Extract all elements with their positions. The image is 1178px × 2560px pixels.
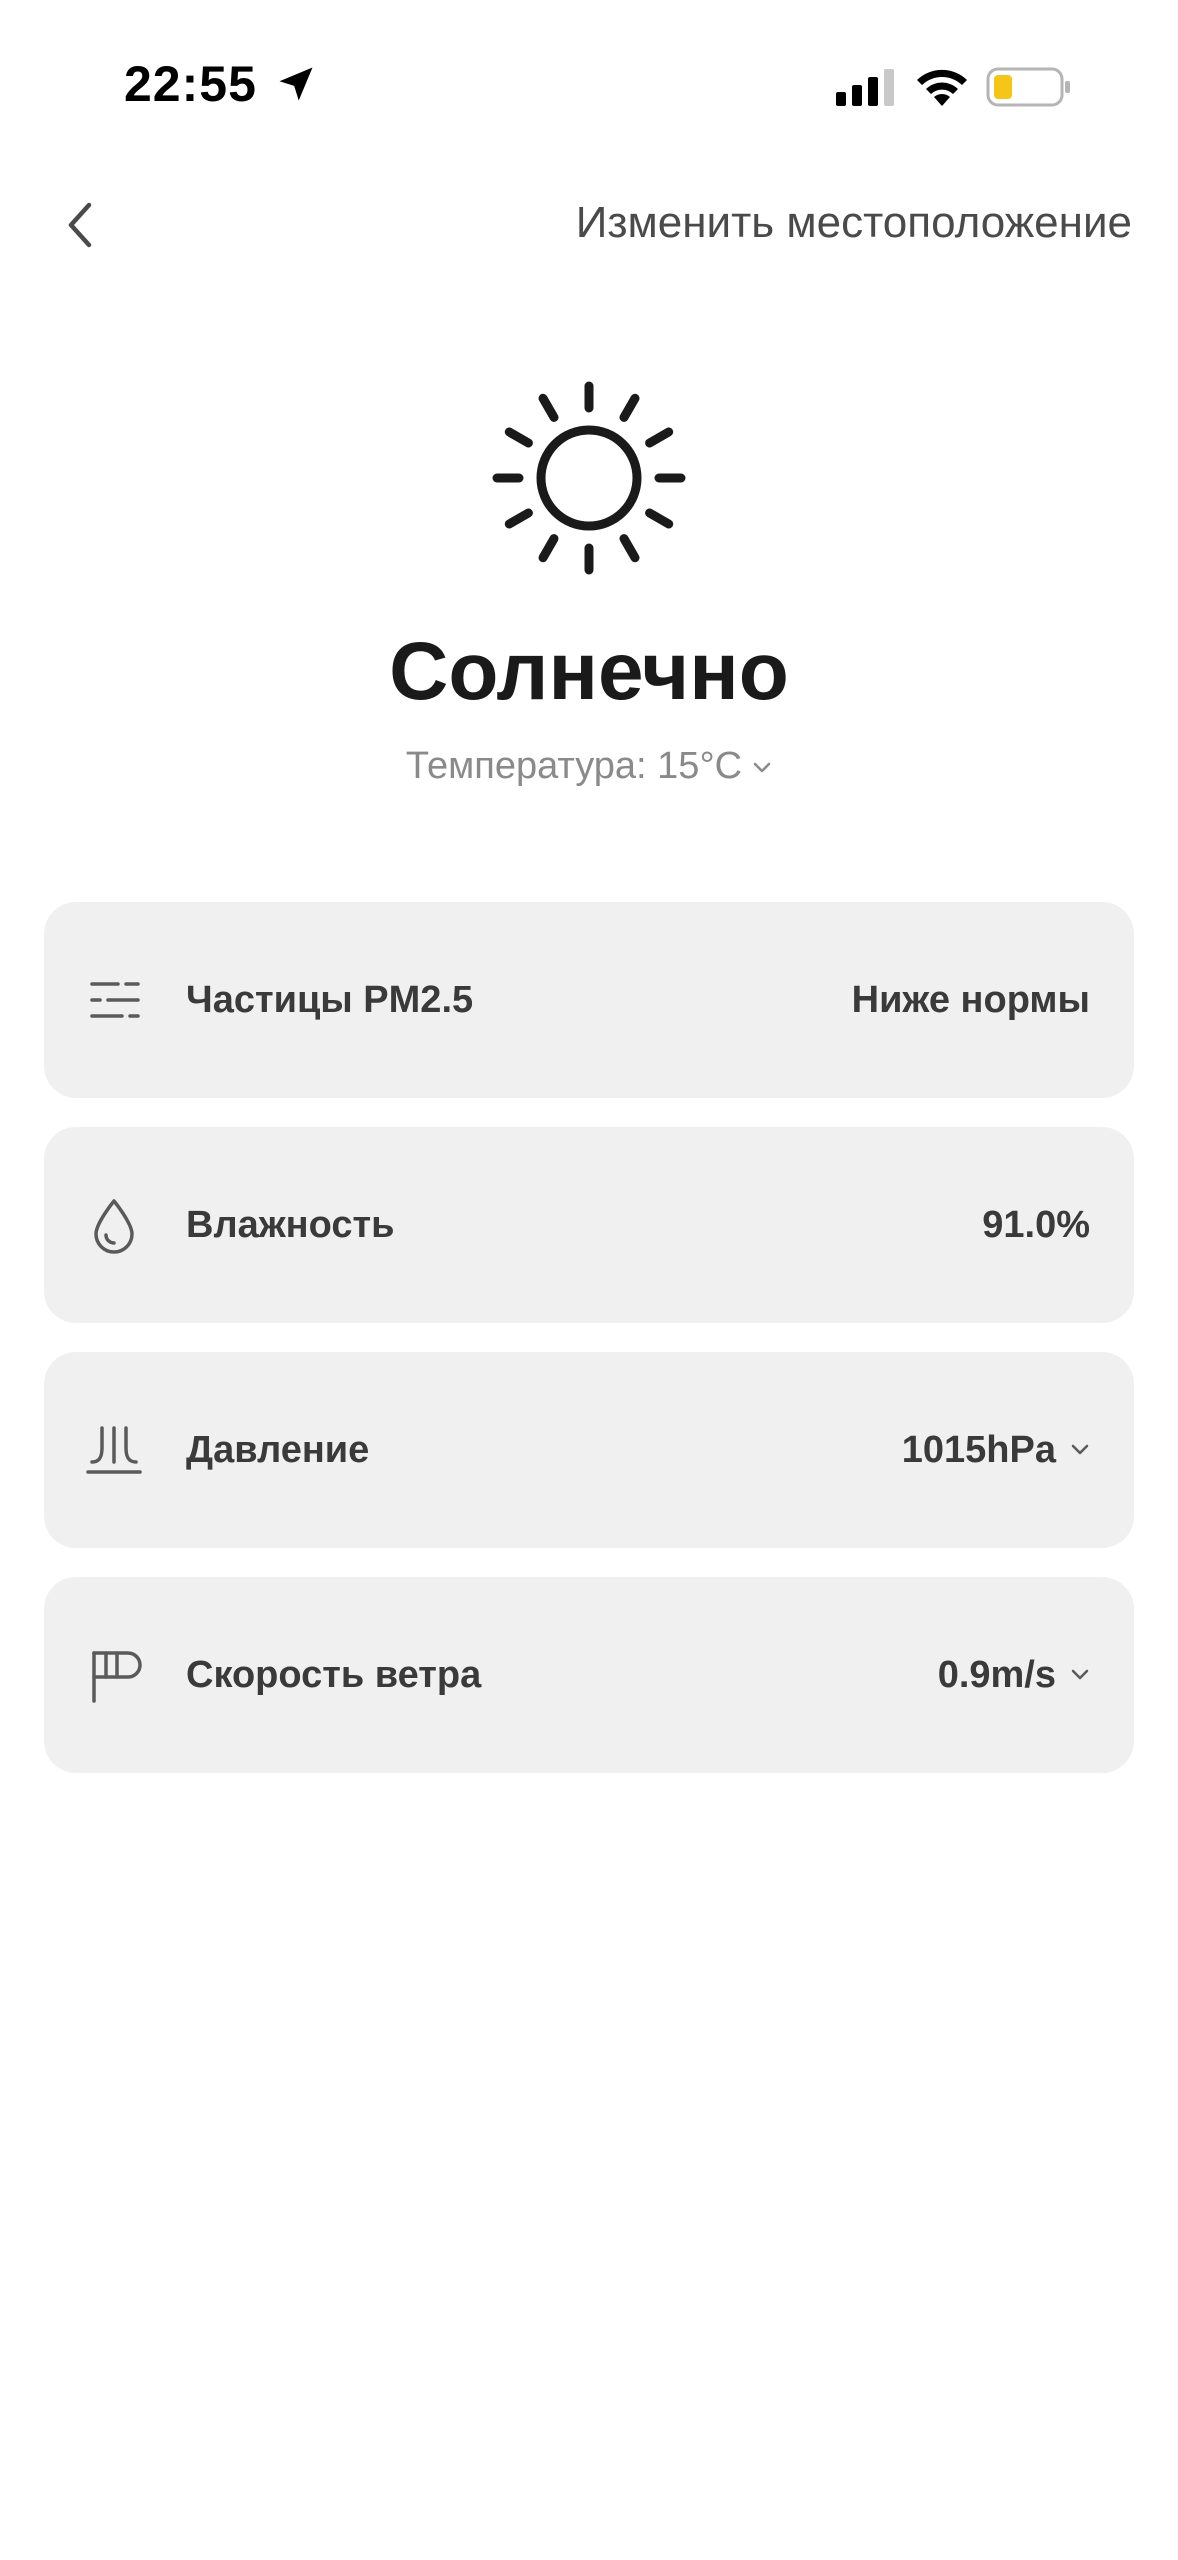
weather-details-screen: 22:55 Изменить местоположение Солнечно Т… (0, 0, 1178, 2560)
pressure-icon (86, 1426, 142, 1474)
wind-icon (92, 1651, 142, 1703)
weather-condition: Солнечно (389, 626, 789, 717)
change-location-button[interactable]: Изменить местоположение (576, 198, 1132, 248)
cellular-signal-icon (836, 69, 894, 106)
metric-label: Частицы PM2.5 (186, 978, 474, 1021)
location-arrow-icon (279, 67, 313, 101)
metric-value-text: 91.0% (982, 1203, 1090, 1246)
metric-label: Скорость ветра (186, 1653, 482, 1696)
metric-value: 0.9m/s (938, 1654, 1090, 1697)
battery-icon (986, 67, 1070, 107)
chevron-down-icon (1071, 1444, 1089, 1455)
metric-card-pm25: Частицы PM2.5 Ниже нормы (44, 902, 1134, 1098)
metric-value: 91.0% (982, 1204, 1090, 1247)
status-bar: 22:55 (0, 0, 1178, 150)
sun-icon (492, 381, 686, 575)
chevron-left-icon (68, 202, 92, 248)
status-time: 22:55 (124, 56, 257, 112)
back-button[interactable] (50, 195, 110, 255)
chevron-down-icon (753, 762, 771, 773)
metric-card-wind[interactable]: Скорость ветра 0.9m/s (44, 1577, 1134, 1773)
temperature-label: Температура: 15°C (405, 745, 743, 787)
pm25-icon (90, 982, 140, 1018)
metric-card-humidity: Влажность 91.0% (44, 1127, 1134, 1323)
metric-value-text: 1015hPa (901, 1428, 1056, 1471)
metric-value-text: Ниже нормы (851, 978, 1090, 1021)
chevron-down-icon (1071, 1669, 1089, 1680)
temperature-selector[interactable]: Температура: 15°C (0, 745, 1178, 788)
metric-value: Ниже нормы (852, 979, 1090, 1022)
metric-label: Давление (186, 1428, 370, 1471)
metric-card-pressure[interactable]: Давление 1015hPa (44, 1352, 1134, 1548)
humidity-icon (94, 1199, 134, 1254)
metric-value: 1015hPa (902, 1429, 1090, 1472)
metric-value-text: 0.9m/s (937, 1653, 1056, 1696)
wifi-icon (917, 69, 967, 106)
metric-label: Влажность (186, 1203, 395, 1246)
